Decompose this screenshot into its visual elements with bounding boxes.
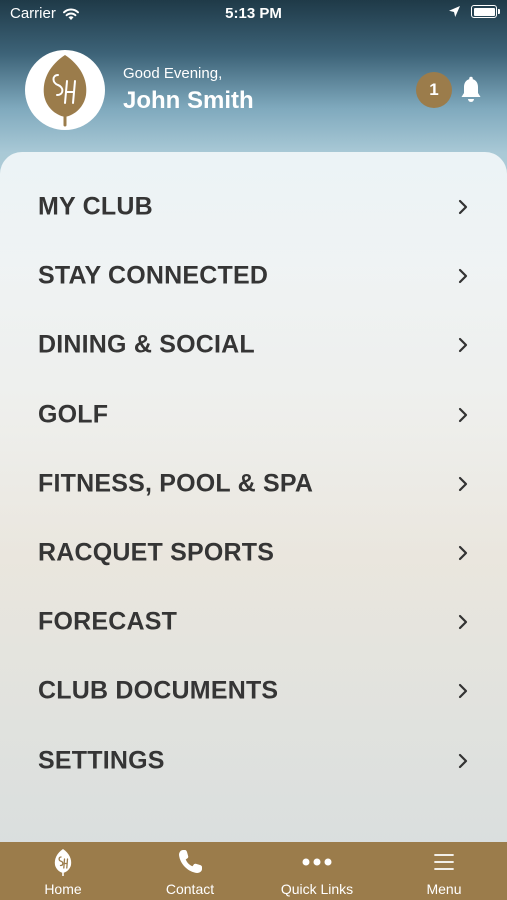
menu-item-forecast[interactable]: FORECAST (0, 587, 507, 656)
chevron-right-icon (458, 614, 468, 629)
club-logo-leaf-icon (43, 55, 87, 127)
chevron-right-icon (458, 407, 468, 422)
menu-item-label: SETTINGS (38, 746, 165, 774)
hamburger-menu-icon (429, 848, 459, 876)
home-leaf-icon (48, 848, 78, 876)
chevron-right-icon (458, 476, 468, 491)
tab-label: Home (44, 881, 82, 897)
user-name: John Smith (123, 87, 254, 114)
chevron-right-icon (458, 545, 468, 560)
location-arrow-icon (449, 6, 460, 17)
menu-item-label: FITNESS, POOL & SPA (38, 469, 314, 497)
menu-item-label: GOLF (38, 400, 109, 428)
notification-badge[interactable]: 1 (416, 72, 452, 108)
menu-item-label: FORECAST (38, 607, 178, 635)
club-logo[interactable] (25, 50, 105, 130)
menu-item-fitness-pool-spa[interactable]: FITNESS, POOL & SPA (0, 449, 507, 518)
status-right-group (448, 5, 500, 18)
bell-icon[interactable] (459, 76, 483, 104)
tab-label: Contact (165, 881, 215, 897)
menu-item-label: CLUB DOCUMENTS (38, 676, 279, 704)
menu-item-label: STAY CONNECTED (38, 261, 269, 289)
tab-label: Menu (426, 881, 462, 897)
menu-item-label: DINING & SOCIAL (38, 330, 255, 358)
more-dots-icon (302, 848, 332, 876)
status-time: 5:13 PM (225, 5, 282, 22)
menu-item-racquet-sports[interactable]: RACQUET SPORTS (0, 518, 507, 587)
menu-item-dining-social[interactable]: DINING & SOCIAL (0, 310, 507, 379)
menu-item-settings[interactable]: SETTINGS (0, 726, 507, 795)
menu-item-label: RACQUET SPORTS (38, 538, 275, 566)
tab-label: Quick Links (280, 881, 354, 897)
menu-item-my-club[interactable]: MY CLUB (0, 172, 507, 241)
chevron-right-icon (458, 753, 468, 768)
menu-item-golf[interactable]: GOLF (0, 380, 507, 449)
chevron-right-icon (458, 337, 468, 352)
bottom-tab-bar: Home Contact Quick Links Menu (0, 842, 507, 900)
tab-quick-links[interactable]: Quick Links (254, 842, 380, 900)
menu-item-club-documents[interactable]: CLUB DOCUMENTS (0, 656, 507, 725)
main-menu-panel: MY CLUB STAY CONNECTED DINING & SOCIAL G… (0, 152, 507, 842)
chevron-right-icon (458, 683, 468, 698)
tab-home[interactable]: Home (0, 842, 126, 900)
tab-contact[interactable]: Contact (127, 842, 253, 900)
menu-item-label: MY CLUB (38, 192, 153, 220)
greeting-text: Good Evening, (123, 65, 223, 82)
phone-icon (175, 848, 205, 876)
header: Good Evening, John Smith 1 (0, 40, 507, 140)
chevron-right-icon (458, 268, 468, 283)
status-bar: Carrier 5:13 PM (0, 0, 507, 30)
tab-menu[interactable]: Menu (381, 842, 507, 900)
battery-icon (471, 5, 500, 18)
chevron-right-icon (458, 199, 468, 214)
menu-item-stay-connected[interactable]: STAY CONNECTED (0, 241, 507, 310)
